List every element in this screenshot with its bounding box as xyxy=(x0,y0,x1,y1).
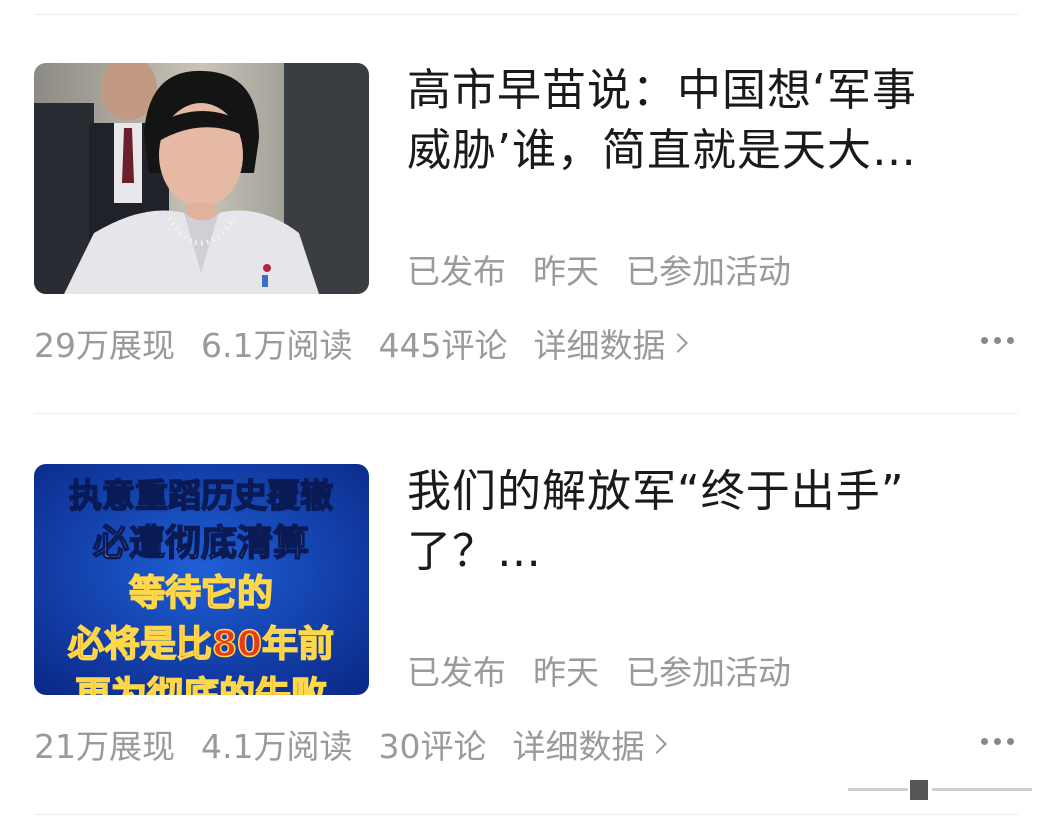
chevron-right-icon xyxy=(668,333,689,353)
more-options-icon[interactable] xyxy=(981,337,1014,344)
watermark-logo xyxy=(848,780,1032,800)
article-meta: 已发布 昨天 已参加活动 xyxy=(407,646,791,694)
portrait-photo xyxy=(34,63,369,294)
article-title[interactable]: 高市早苗说：中国想‘军事 威胁’谁，简直就是天大… xyxy=(407,61,1007,181)
more-options-icon[interactable] xyxy=(981,738,1014,745)
impressions-count: 21万展现 xyxy=(34,727,175,766)
banner-image: 执意重蹈历史覆辙 必遭彻底清算 等待它的 必将是比80年前 更为彻底的失败 xyxy=(34,464,369,695)
detail-data-link[interactable]: 详细数据 xyxy=(533,319,689,367)
banner-line-4: 必将是比80年前 xyxy=(68,624,334,665)
chevron-right-icon xyxy=(647,734,668,754)
publish-status: 已发布 xyxy=(407,653,506,692)
detail-data-label: 详细数据 xyxy=(533,326,666,365)
article-thumbnail[interactable]: 执意重蹈历史覆辙 必遭彻底清算 等待它的 必将是比80年前 更为彻底的失败 xyxy=(34,464,369,695)
activity-label: 已参加活动 xyxy=(626,252,791,291)
reads-count: 6.1万阅读 xyxy=(201,326,353,365)
article-stats: 29万展现 6.1万阅读 445评论 详细数据 xyxy=(34,319,689,367)
bottom-divider xyxy=(34,814,1018,815)
publish-time: 昨天 xyxy=(533,653,599,692)
activity-label: 已参加活动 xyxy=(626,653,791,692)
article-thumbnail[interactable] xyxy=(34,63,369,294)
detail-data-label: 详细数据 xyxy=(512,727,645,766)
comments-count: 30评论 xyxy=(378,727,487,766)
banner-line-2: 必遭彻底清算 xyxy=(93,523,309,564)
comments-count: 445评论 xyxy=(378,326,508,365)
publish-status: 已发布 xyxy=(407,252,506,291)
article-divider xyxy=(34,413,1018,414)
banner-line-5: 更为彻底的失败 xyxy=(75,675,327,695)
banner-line-3: 等待它的 xyxy=(129,573,273,614)
banner-line-1: 执意重蹈历史覆辙 xyxy=(69,476,333,515)
article-title[interactable]: 我们的解放军“终于出手” 了？… xyxy=(407,462,1007,582)
reads-count: 4.1万阅读 xyxy=(201,727,353,766)
article-card-1[interactable]: 高市早苗说：中国想‘军事 威胁’谁，简直就是天大… 已发布 昨天 已参加活动 2… xyxy=(34,63,1018,403)
publish-time: 昨天 xyxy=(533,252,599,291)
article-stats: 21万展现 4.1万阅读 30评论 详细数据 xyxy=(34,720,668,768)
article-meta: 已发布 昨天 已参加活动 xyxy=(407,245,791,293)
article-card-2[interactable]: 执意重蹈历史覆辙 必遭彻底清算 等待它的 必将是比80年前 更为彻底的失败 我们… xyxy=(34,464,1018,804)
top-divider xyxy=(34,14,1018,15)
detail-data-link[interactable]: 详细数据 xyxy=(512,720,668,768)
impressions-count: 29万展现 xyxy=(34,326,175,365)
